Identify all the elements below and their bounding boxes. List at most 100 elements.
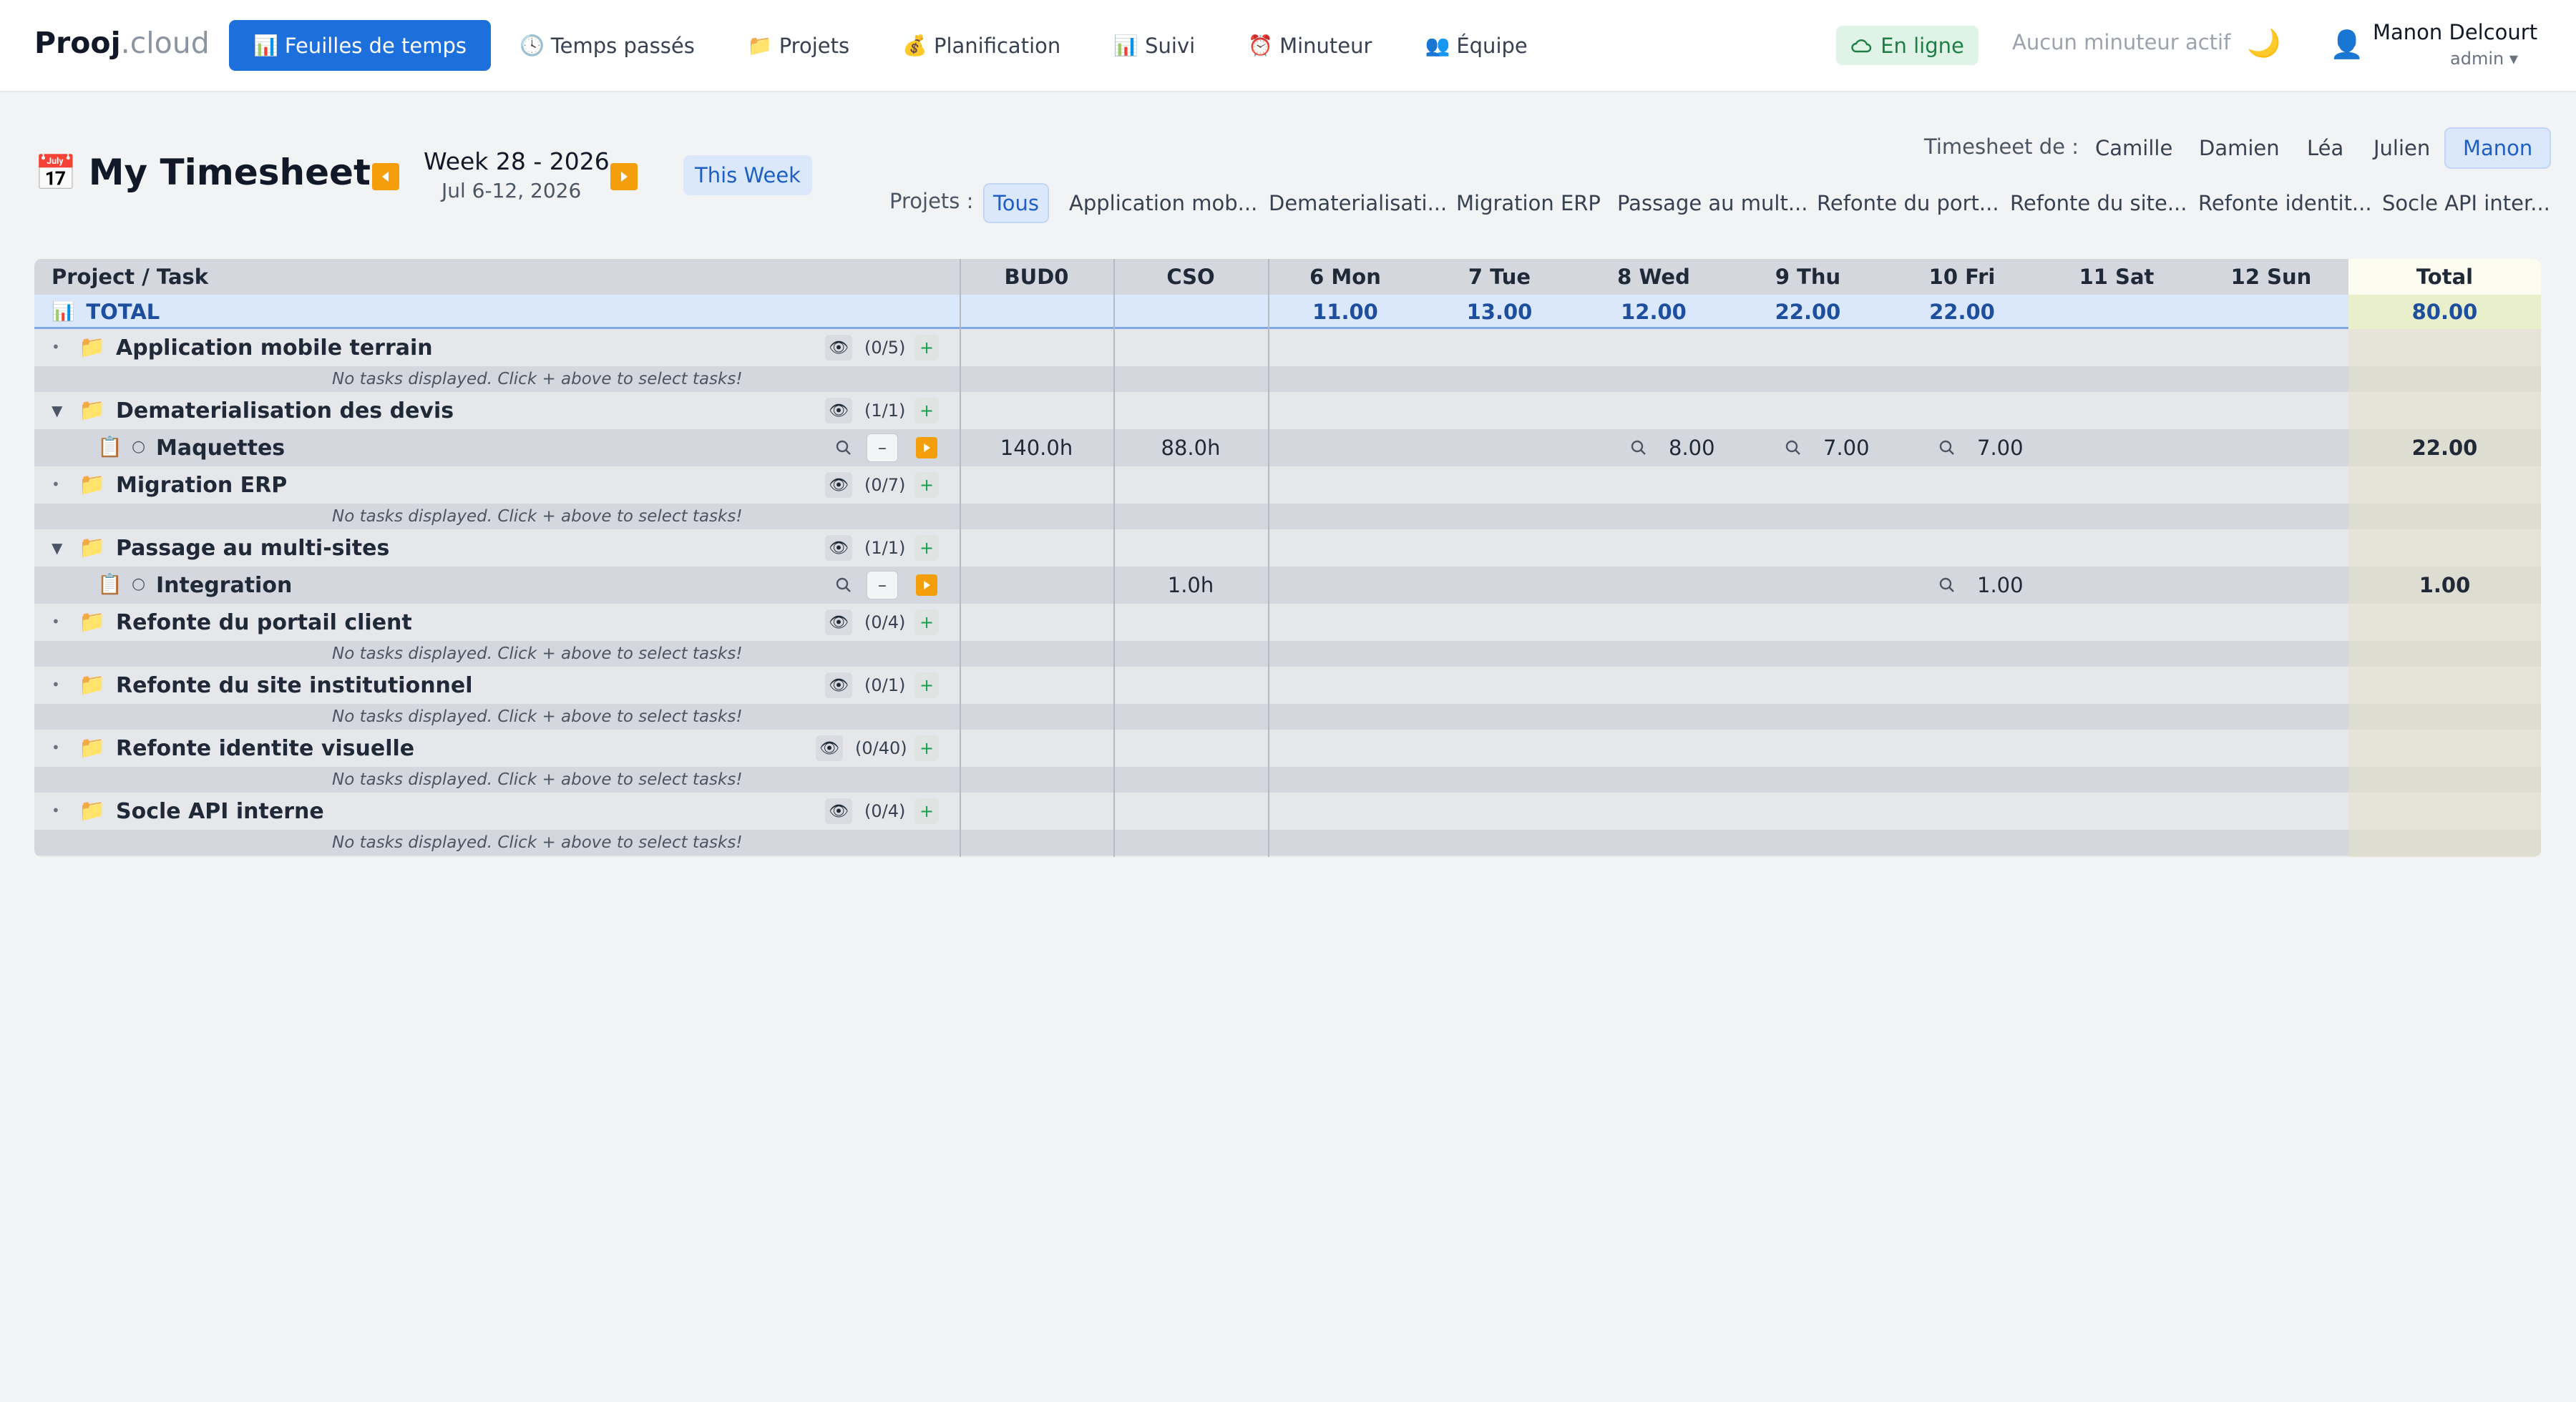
- task-row: [34, 567, 2541, 604]
- search-icon[interactable]: [1781, 436, 1805, 460]
- add-task-button[interactable]: +: [914, 335, 939, 361]
- status-circle-icon[interactable]: ○: [132, 438, 145, 456]
- folder-icon: 📁: [79, 535, 106, 560]
- add-task-button[interactable]: +: [914, 535, 939, 561]
- user-name[interactable]: Manon Delcourt: [2373, 20, 2537, 44]
- person-damien[interactable]: Damien: [2182, 127, 2297, 169]
- column-divider: [960, 259, 961, 857]
- task-row: [34, 429, 2541, 466]
- add-task-button[interactable]: +: [914, 398, 939, 423]
- task-name[interactable]: Maquettes: [156, 429, 285, 466]
- person-julien[interactable]: Julien: [2356, 127, 2447, 169]
- project-name[interactable]: Refonte identite visuelle: [116, 730, 414, 767]
- user-role-dropdown[interactable]: admin ▾: [2450, 49, 2518, 69]
- app-logo[interactable]: Prooj.cloud: [34, 26, 210, 60]
- eye-icon[interactable]: 👁: [825, 609, 852, 635]
- col-header-day: 10 Fri: [1928, 265, 1996, 289]
- nav-planning[interactable]: 💰 Planification: [878, 20, 1085, 71]
- collapsed-bullet[interactable]: •: [52, 802, 60, 819]
- start-timer-button[interactable]: [916, 437, 937, 459]
- remove-task-button[interactable]: –: [867, 433, 898, 462]
- search-icon[interactable]: [1935, 573, 1959, 597]
- col-header-day: 12 Sun: [2230, 265, 2312, 289]
- col-header-task: Project / Task: [52, 265, 209, 289]
- remove-task-button[interactable]: –: [867, 571, 898, 599]
- project-name[interactable]: Refonte du portail client: [116, 604, 412, 641]
- project-filter-migration-erp[interactable]: Migration ERP: [1448, 183, 1609, 223]
- project-name[interactable]: Socle API interne: [116, 793, 324, 830]
- project-name[interactable]: Passage au multi-sites: [116, 529, 389, 567]
- empty-tasks-message: No tasks displayed. Click + above to sel…: [332, 707, 743, 726]
- next-week-button[interactable]: [610, 163, 638, 190]
- collapsed-bullet[interactable]: •: [52, 613, 60, 630]
- task-count: (1/1): [864, 401, 906, 421]
- day-time-entry[interactable]: 8.00: [1669, 429, 1715, 466]
- clipboard-icon: 📋: [97, 435, 122, 459]
- previous-week-button[interactable]: [372, 163, 399, 190]
- eye-icon[interactable]: 👁: [825, 535, 852, 561]
- nav-timesheets[interactable]: 📊 Feuilles de temps: [229, 20, 491, 71]
- task-total: 22.00: [2411, 436, 2478, 460]
- this-week-button[interactable]: This Week: [683, 155, 812, 195]
- project-filter-refonte-identite[interactable]: Refonte identit...: [2190, 183, 2381, 223]
- dark-mode-toggle-moon-icon[interactable]: 🌙: [2247, 27, 2280, 59]
- eye-icon[interactable]: 👁: [825, 398, 852, 423]
- project-filter-all[interactable]: Tous: [983, 183, 1050, 223]
- chevron-down-icon[interactable]: ▼: [52, 402, 62, 419]
- collapsed-bullet[interactable]: •: [52, 739, 60, 756]
- person-camille[interactable]: Camille: [2078, 127, 2190, 169]
- projects-filter-label: Projets :: [889, 189, 974, 213]
- nav-team[interactable]: 👥 Équipe: [1400, 20, 1551, 71]
- collapsed-bullet[interactable]: •: [52, 338, 60, 356]
- task-name[interactable]: Integration: [156, 567, 292, 604]
- project-filter-application-mobile[interactable]: Application mob...: [1060, 183, 1266, 223]
- project-filter-socle-api[interactable]: Socle API inter...: [2373, 183, 2559, 223]
- status-circle-icon[interactable]: ○: [132, 575, 145, 593]
- project-filter-refonte-portail[interactable]: Refonte du port...: [1808, 183, 2008, 223]
- add-task-button[interactable]: +: [914, 609, 939, 635]
- folder-icon: 📁: [79, 609, 106, 634]
- person-manon[interactable]: Manon: [2444, 127, 2552, 169]
- eye-icon[interactable]: 👁: [825, 472, 852, 498]
- search-icon[interactable]: [1626, 436, 1651, 460]
- add-task-button[interactable]: +: [914, 472, 939, 498]
- collapsed-bullet[interactable]: •: [52, 476, 60, 493]
- eye-icon[interactable]: 👁: [825, 335, 852, 361]
- day-time-entry[interactable]: 7.00: [1823, 429, 1870, 466]
- project-filter-refonte-site[interactable]: Refonte du site...: [2001, 183, 2196, 223]
- day-time-entry[interactable]: 7.00: [1977, 429, 2024, 466]
- col-header-day: 7 Tue: [1468, 265, 1531, 289]
- nav-time-spent[interactable]: 🕓 Temps passés: [495, 20, 719, 71]
- add-task-button[interactable]: +: [914, 735, 939, 761]
- eye-icon[interactable]: 👁: [816, 735, 843, 761]
- person-lea[interactable]: Léa: [2290, 127, 2361, 169]
- search-icon[interactable]: [1935, 436, 1959, 460]
- day-total: 22.00: [1929, 300, 1995, 324]
- task-count: (0/4): [864, 801, 906, 821]
- task-count: (0/7): [864, 475, 906, 495]
- project-name[interactable]: Dematerialisation des devis: [116, 392, 454, 429]
- cso-value: 1.0h: [1167, 573, 1214, 597]
- eye-icon[interactable]: 👁: [825, 672, 852, 698]
- start-timer-button[interactable]: [916, 574, 937, 596]
- project-name[interactable]: Application mobile terrain: [116, 329, 433, 366]
- active-timer-status[interactable]: Aucun minuteur actif: [2012, 30, 2230, 54]
- collapsed-bullet[interactable]: •: [52, 676, 60, 693]
- nav-tracking[interactable]: 📊 Suivi: [1089, 20, 1219, 71]
- clipboard-icon: 📋: [97, 572, 122, 596]
- nav-timer[interactable]: ⏰ Minuteur: [1224, 20, 1396, 71]
- search-icon[interactable]: [831, 436, 856, 460]
- chevron-down-icon[interactable]: ▼: [52, 539, 62, 557]
- add-task-button[interactable]: +: [914, 798, 939, 824]
- eye-icon[interactable]: 👁: [825, 798, 852, 824]
- cso-value: 88.0h: [1161, 436, 1221, 460]
- add-task-button[interactable]: +: [914, 672, 939, 698]
- project-name[interactable]: Refonte du site institutionnel: [116, 667, 473, 704]
- search-icon[interactable]: [831, 573, 856, 597]
- project-filter-dematerialisation[interactable]: Dematerialisati...: [1260, 183, 1455, 223]
- nav-projects[interactable]: 📁 Projets: [723, 20, 874, 71]
- project-filter-passage-multi-sites[interactable]: Passage au mult...: [1609, 183, 1817, 223]
- day-time-entry[interactable]: 1.00: [1977, 567, 2024, 604]
- user-avatar-icon[interactable]: 👤: [2330, 29, 2363, 61]
- project-name[interactable]: Migration ERP: [116, 466, 287, 504]
